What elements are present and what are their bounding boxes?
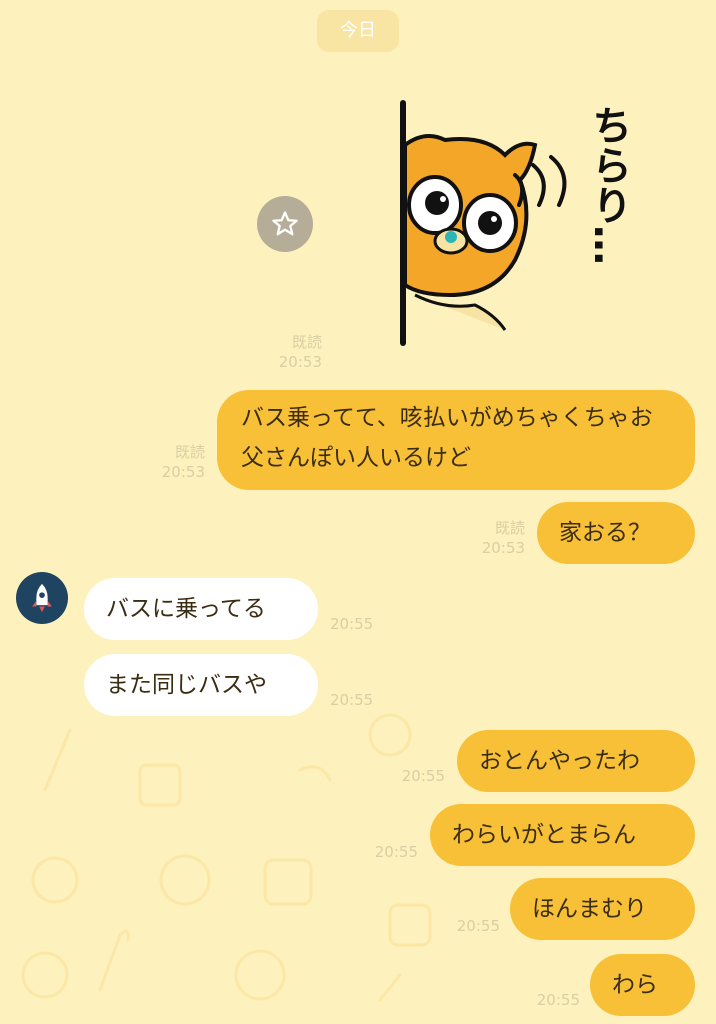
message-meta: 既読 20:53: [135, 442, 205, 482]
message-meta: 既読 20:53: [455, 518, 525, 558]
incoming-message-bubble[interactable]: バスに乗ってる: [84, 578, 318, 640]
message-meta: 20:55: [510, 990, 580, 1010]
message-meta: 20:55: [375, 766, 445, 786]
sticker-caption: ちらり…: [585, 105, 631, 265]
outgoing-message-bubble[interactable]: バス乗ってて、咳払いがめちゃくちゃお父さんぽい人いるけど: [217, 390, 695, 490]
outgoing-message-bubble[interactable]: わら: [590, 954, 695, 1016]
message-time: 20:55: [374, 843, 418, 861]
read-receipt: 既読: [291, 333, 322, 351]
message-time: 20:53: [161, 463, 205, 481]
date-divider: 今日: [317, 10, 399, 52]
message-meta: 20:55: [330, 690, 400, 710]
message-meta: 20:55: [430, 916, 500, 936]
message-meta: 既読 20:53: [252, 332, 322, 372]
message-time: 20:53: [481, 539, 525, 557]
message-time: 20:53: [278, 353, 322, 371]
rocket-icon: [32, 583, 52, 613]
read-receipt: 既読: [494, 519, 525, 537]
favorite-star-button[interactable]: [257, 196, 313, 252]
message-time: 20:55: [401, 767, 445, 785]
message-time: 20:55: [536, 991, 580, 1009]
message-meta: 20:55: [330, 614, 400, 634]
contact-avatar[interactable]: [16, 572, 68, 624]
read-receipt: 既読: [174, 443, 205, 461]
outgoing-message-bubble[interactable]: わらいがとまらん: [430, 804, 695, 866]
incoming-message-bubble[interactable]: また同じバスや: [84, 654, 318, 716]
message-meta: 20:55: [348, 842, 418, 862]
message-time: 20:55: [456, 917, 500, 935]
message-time: 20:55: [330, 615, 374, 633]
message-time: 20:55: [330, 691, 374, 709]
outgoing-message-bubble[interactable]: ほんまむり: [510, 878, 695, 940]
outgoing-message-bubble[interactable]: 家おる？: [537, 502, 695, 564]
star-icon: [272, 211, 298, 236]
sticker-message[interactable]: ちらり…: [395, 95, 655, 355]
outgoing-message-bubble[interactable]: おとんやったわ: [457, 730, 695, 792]
